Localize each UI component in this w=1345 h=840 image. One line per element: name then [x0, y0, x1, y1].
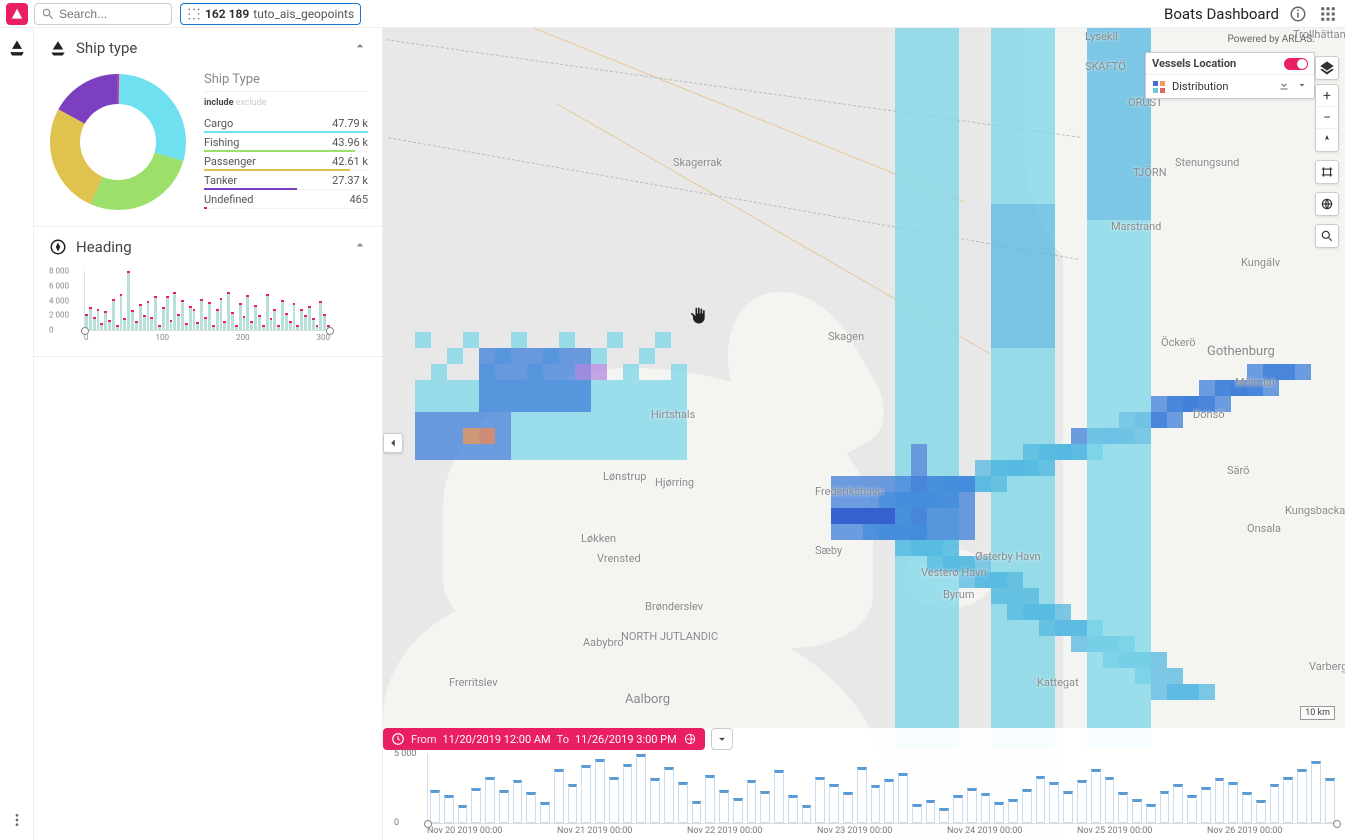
timeline-slider-left[interactable] [424, 820, 432, 828]
legend-value: 27.37 k [332, 174, 368, 187]
panel-heading-title: Heading [76, 238, 132, 256]
legend-row[interactable]: Passenger 42.61 k [204, 152, 368, 171]
timeline-x-axis: Nov 20 2019 00:00Nov 21 2019 00:00Nov 22… [427, 826, 1337, 836]
legend-name: Tanker [204, 174, 237, 187]
legend-row[interactable]: Tanker 27.37 k [204, 171, 368, 190]
panel-shiptype-header[interactable]: Ship type [34, 28, 382, 68]
timeline-chart[interactable]: 5 0000 [427, 754, 1337, 824]
panel-shiptype: Ship type Ship Type [34, 28, 382, 227]
collapse-sidebar-button[interactable] [383, 433, 403, 453]
layer-toggle[interactable] [1284, 58, 1308, 70]
map-controls: + − [1315, 84, 1339, 256]
time-range-chip[interactable]: From 11/20/2019 12:00 AM To 11/26/2019 3… [383, 728, 705, 750]
layer-distribution-label: Distribution [1172, 80, 1228, 93]
chip-count: 162 189 [205, 7, 249, 21]
layers-panel: Vessels Location Distribution [1145, 52, 1315, 99]
shiptype-legend: Ship Type include exclude Cargo 47.79 k … [204, 72, 368, 212]
ship-icon [48, 38, 68, 58]
search-input[interactable] [59, 7, 159, 21]
dashboard-title: Boats Dashboard [1164, 5, 1279, 23]
zoom-out-button[interactable]: − [1316, 107, 1338, 129]
legend-value: 43.96 k [332, 136, 368, 149]
dataset-chip[interactable]: 162 189 tuto_ais_geopoints [180, 3, 361, 25]
search-zoom-icon [1320, 229, 1334, 243]
globe-button[interactable] [1316, 193, 1338, 215]
timeline: From 11/20/2019 12:00 AM To 11/26/2019 3… [383, 728, 1345, 840]
chip-icon [187, 7, 201, 21]
globe-small-icon [683, 732, 697, 746]
heading-slider-left[interactable] [81, 327, 89, 335]
extent-icon [1320, 165, 1334, 179]
main-area: Ship type Ship Type [0, 28, 1345, 840]
info-icon [1289, 5, 1307, 23]
search-icon [41, 7, 55, 21]
timeline-slider-right[interactable] [1333, 820, 1341, 828]
app-logo[interactable] [6, 3, 28, 25]
legend-value: 47.79 k [332, 117, 368, 130]
zoom-in-button[interactable]: + [1316, 85, 1338, 107]
heading-slider-right[interactable] [326, 327, 334, 335]
compass-icon [48, 237, 68, 257]
more-vert-icon [9, 812, 25, 828]
heading-x-axis: 0100200300 [84, 333, 330, 342]
extent-button[interactable] [1316, 161, 1338, 183]
boat-icon [7, 38, 27, 58]
legend-value: 465 [349, 193, 368, 206]
panel-shiptype-title: Ship type [76, 39, 137, 57]
compass-north-icon [1321, 134, 1333, 146]
info-button[interactable] [1287, 3, 1309, 25]
chevron-up-icon [352, 38, 368, 58]
legend-mode[interactable]: include exclude [204, 98, 368, 108]
north-button[interactable] [1316, 129, 1338, 151]
panel-heading: Heading 8 0006 0004 0002 0000 0100200300 [34, 227, 382, 357]
apps-icon [1319, 5, 1337, 23]
download-icon[interactable] [1278, 79, 1290, 94]
legend-value: 42.61 k [332, 155, 368, 168]
heading-histogram[interactable]: 8 0006 0004 0002 0000 [84, 271, 330, 331]
legend-name: Cargo [204, 117, 233, 130]
rail-item-more[interactable] [5, 808, 29, 832]
distribution-glyph-icon [1152, 80, 1166, 94]
legend-name: Fishing [204, 136, 239, 149]
legend-name: Passenger [204, 155, 256, 168]
map[interactable]: SkagerrakSkagenHirtshalsLønstrupHjørring… [383, 28, 1345, 840]
globe-icon [1320, 197, 1334, 211]
legend-title: Ship Type [204, 72, 368, 92]
chevron-left-icon [386, 436, 400, 450]
chevron-down-icon [715, 732, 729, 746]
search-input-wrapper[interactable] [34, 3, 172, 25]
left-rail [0, 28, 34, 840]
legend-row[interactable]: Undefined 465 [204, 190, 368, 209]
top-bar: 162 189 tuto_ais_geopoints Boats Dashboa… [0, 0, 1345, 28]
rail-item-boats[interactable] [5, 36, 29, 60]
layers-button[interactable] [1316, 57, 1338, 79]
clock-icon [391, 732, 405, 746]
chevron-up-icon [352, 237, 368, 257]
legend-row[interactable]: Cargo 47.79 k [204, 114, 368, 133]
search-map-button[interactable] [1316, 225, 1338, 247]
chip-label: tuto_ais_geopoints [253, 7, 354, 21]
apps-button[interactable] [1317, 3, 1339, 25]
panel-heading-header[interactable]: Heading [34, 227, 382, 267]
chevron-down-icon[interactable] [1296, 79, 1308, 94]
layers-icon [1319, 60, 1335, 76]
triangle-icon [10, 7, 24, 21]
timeline-expand-button[interactable] [711, 728, 733, 750]
sidebar: Ship type Ship Type [34, 28, 383, 840]
scale-bar: 10 km [1300, 706, 1335, 720]
shiptype-donut[interactable] [48, 72, 188, 212]
heatmap-layer [383, 28, 1345, 840]
legend-row[interactable]: Fishing 43.96 k [204, 133, 368, 152]
layer-title: Vessels Location [1152, 57, 1236, 70]
attribution: Powered by ARLAS. [1227, 34, 1315, 45]
legend-name: Undefined [204, 193, 253, 206]
